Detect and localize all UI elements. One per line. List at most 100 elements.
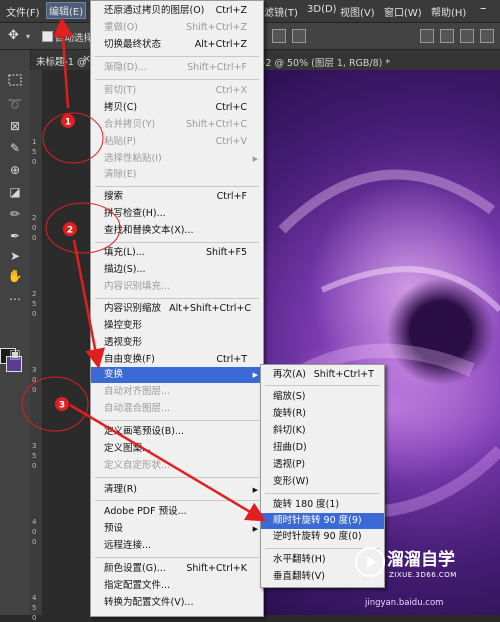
hand-icon[interactable]: ✋	[6, 268, 24, 284]
menu-item-fade[interactable]: 渐隐(D)... Shift+Ctrl+F	[91, 60, 263, 76]
lasso-icon[interactable]: ➰	[6, 96, 24, 112]
menu-3d[interactable]: 3D(D)	[307, 4, 337, 15]
document-tab-untitled-1[interactable]: 未标题-1 @	[36, 54, 87, 68]
menu-item-convert-profile[interactable]: 转换为配置文件(V)...	[91, 595, 263, 611]
auto-select-checkbox[interactable]	[42, 31, 53, 42]
menu-item-fill[interactable]: 填充(L)... Shift+F5	[91, 245, 263, 261]
menu-item-cut[interactable]: 剪切(T) Ctrl+X	[91, 83, 263, 99]
menu-item-free-transform[interactable]: 自由变换(F) Ctrl+T	[91, 352, 263, 368]
annotation-badge-3-text: 3	[59, 401, 65, 411]
menu-separator	[95, 242, 259, 243]
align-center-icon[interactable]	[292, 29, 306, 43]
ruler-number: 0	[32, 386, 37, 394]
menu-item-undo[interactable]: 还原通过拷贝的图层(O) Ctrl+Z	[91, 3, 263, 19]
more-icon[interactable]: …	[6, 288, 24, 304]
submenu-item-rotate[interactable]: 旋转(R)	[261, 406, 384, 422]
ruler-number: 1	[32, 138, 37, 146]
ruler-number: 5	[32, 148, 37, 156]
distribute-4-icon[interactable]	[480, 29, 494, 43]
menu-item-stroke[interactable]: 描边(S)...	[91, 262, 263, 278]
ruler-number: 0	[32, 462, 37, 470]
submenu-item-skew[interactable]: 斜切(K)	[261, 423, 384, 439]
menu-item-spell-check[interactable]: 拼写检查(H)...	[91, 206, 263, 222]
menu-item-content-aware-scale[interactable]: 内容识别缩放 Alt+Shift+Ctrl+C	[91, 301, 263, 317]
menu-file[interactable]: 文件(F)	[6, 4, 40, 19]
menu-item-redo[interactable]: 重做(O) Shift+Ctrl+Z	[91, 20, 263, 36]
eyedropper-icon[interactable]: ✎	[6, 140, 24, 156]
menu-item-color-settings[interactable]: 颜色设置(G)... Shift+Ctrl+K	[91, 561, 263, 577]
submenu-item-scale[interactable]: 缩放(S)	[261, 389, 384, 405]
menu-item-purge[interactable]: 清理(R) ▶	[91, 482, 263, 498]
ruler-number: 0	[32, 614, 37, 622]
menu-help[interactable]: 帮助(H)	[431, 4, 466, 19]
marquee-icon[interactable]	[6, 74, 24, 90]
submenu-arrow-icon: ▶	[252, 486, 258, 494]
distribute-3-icon[interactable]	[460, 29, 474, 43]
distribute-icon[interactable]	[420, 29, 434, 43]
menu-item-transform[interactable]: 变换 ▶	[91, 367, 263, 383]
submenu-arrow-icon: ▶	[252, 525, 258, 533]
submenu-item-perspective[interactable]: 透视(P)	[261, 457, 384, 473]
menu-item-assign-profile[interactable]: 指定配置文件...	[91, 578, 263, 594]
menu-filter[interactable]: 滤镜(T)	[264, 4, 298, 19]
play-logo-icon	[355, 547, 385, 577]
screen-mode-icon[interactable]: ▣	[6, 346, 24, 362]
pen-icon[interactable]: ✒	[6, 228, 24, 244]
menu-edit[interactable]: 编辑(E)	[45, 2, 87, 19]
menu-item-define-pattern[interactable]: 定义图案...	[91, 441, 263, 457]
menu-item-auto-blend-layers[interactable]: 自动混合图层...	[91, 401, 263, 417]
menu-window[interactable]: 窗口(W)	[384, 4, 422, 19]
submenu-item-warp[interactable]: 变形(W)	[261, 474, 384, 490]
distribute-2-icon[interactable]	[440, 29, 454, 43]
crop-icon[interactable]: ⊠	[6, 118, 24, 134]
path-select-icon[interactable]: ➤	[6, 248, 24, 264]
menu-item-puppet-warp[interactable]: 操控变形	[91, 318, 263, 334]
ruler-number: 5	[32, 452, 37, 460]
annotation-badge-1	[61, 114, 75, 128]
menu-item-define-shape[interactable]: 定义自定形状...	[91, 458, 263, 474]
menu-item-copy[interactable]: 拷贝(C) Ctrl+C	[91, 100, 263, 116]
menu-item-copy-merged[interactable]: 合并拷贝(Y) Shift+Ctrl+C	[91, 117, 263, 133]
menu-separator	[95, 56, 259, 57]
menu-item-presets[interactable]: 预设 ▶	[91, 521, 263, 537]
menu-item-find-replace[interactable]: 查找和替换文本(X)...	[91, 223, 263, 239]
ruler-number: 0	[32, 538, 37, 546]
align-icon[interactable]	[272, 29, 286, 43]
vertical-ruler: 1 5 0 2 0 0 2 5 0 3 0 0 3 5 0 4 0 0 4 5 …	[30, 70, 43, 622]
menu-item-define-brush[interactable]: 定义画笔预设(B)...	[91, 424, 263, 440]
menu-item-toggle-last-state[interactable]: 切换最终状态 Alt+Ctrl+Z	[91, 37, 263, 53]
move-tool-icon[interactable]: ✥	[8, 28, 19, 43]
menu-item-search[interactable]: 搜索 Ctrl+F	[91, 189, 263, 205]
menu-item-auto-align-layers[interactable]: 自动对齐图层...	[91, 384, 263, 400]
menu-separator	[95, 477, 259, 478]
submenu-item-rotate-180[interactable]: 旋转 180 度(1)	[261, 497, 384, 513]
menu-item-clear[interactable]: 清除(E)	[91, 167, 263, 183]
menu-item-content-aware-fill[interactable]: 内容识别填充...	[91, 279, 263, 295]
menu-item-paste[interactable]: 粘贴(P) Ctrl+V	[91, 134, 263, 150]
ruler-number: 0	[32, 224, 37, 232]
menu-view[interactable]: 视图(V)	[340, 4, 375, 19]
ruler-number: 0	[32, 234, 37, 242]
annotation-badge-3	[55, 397, 69, 411]
submenu-item-rotate-90-cw[interactable]: 顺时针旋转 90 度(9)	[261, 513, 384, 529]
healing-icon[interactable]: ⊕	[6, 162, 24, 178]
ruler-number: 4	[32, 518, 37, 526]
submenu-item-distort[interactable]: 扭曲(D)	[261, 440, 384, 456]
menu-item-paste-special[interactable]: 选择性粘贴(I) ▶	[91, 151, 263, 167]
eraser-icon[interactable]: ◪	[6, 184, 24, 200]
submenu-item-again[interactable]: 再次(A) Shift+Ctrl+T	[261, 367, 384, 383]
ruler-number: 3	[32, 442, 37, 450]
ruler-number: 0	[32, 528, 37, 536]
menu-item-remote-connections[interactable]: 远程连接...	[91, 538, 263, 554]
ruler-number: 2	[32, 290, 37, 298]
brush-icon[interactable]: ✏	[6, 206, 24, 222]
minimize-icon[interactable]: –	[480, 1, 487, 16]
ruler-number: 0	[32, 158, 37, 166]
menu-item-adobe-pdf-presets[interactable]: Adobe PDF 预设...	[91, 504, 263, 520]
menu-item-perspective-warp[interactable]: 透视变形	[91, 335, 263, 351]
ruler-number: 0	[32, 310, 37, 318]
menu-separator	[95, 186, 259, 187]
tool-preset-dropdown-icon[interactable]: ▾	[26, 32, 30, 41]
document-tab-info[interactable]: -2 @ 50% (图层 1, RGB/8) *	[262, 55, 390, 69]
ruler-number: 4	[32, 594, 37, 602]
